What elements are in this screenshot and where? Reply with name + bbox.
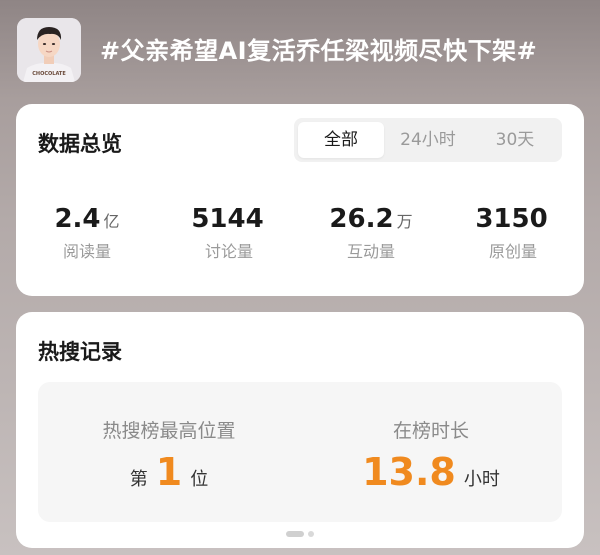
peak-position-label: 热搜榜最高位置	[102, 420, 236, 442]
stat-reads: 2.4 亿 阅读量	[16, 204, 158, 262]
time-on-list-value-row: 13.8 小时	[300, 450, 562, 498]
stat-label: 互动量	[346, 242, 395, 261]
stat-label: 原创量	[488, 242, 537, 261]
page-indicator	[16, 522, 584, 541]
avatar[interactable]: CHOCOLATE	[17, 18, 81, 82]
hot-search-summary[interactable]: 热搜榜最高位置 第 1 位 在榜时长 13.8 小时	[38, 382, 562, 522]
avatar-shirt-text: CHOCOLATE	[32, 71, 66, 77]
stat-interactions: 26.2 万 互动量	[300, 204, 442, 262]
time-on-list-number: 13.8	[362, 450, 456, 494]
peak-position-number: 1	[155, 450, 183, 494]
page-dot-active[interactable]	[286, 531, 304, 537]
stat-value: 2.4 亿	[16, 204, 158, 234]
stat-number: 26.2	[329, 204, 394, 234]
stat-value: 26.2 万	[300, 204, 442, 234]
tab-all[interactable]: 全部	[298, 122, 384, 158]
stat-label: 讨论量	[204, 242, 253, 261]
hot-search-title: 热搜记录	[38, 340, 122, 364]
topic-header: CHOCOLATE #父亲希望AI复活乔任梁视频尽快下架#	[0, 0, 600, 100]
stat-number: 2.4	[54, 204, 101, 234]
stat-originals: 3150 原创量	[442, 204, 584, 262]
time-on-list: 在榜时长 13.8 小时	[300, 382, 562, 522]
time-on-list-unit: 小时	[463, 469, 500, 490]
stat-number: 3150	[475, 204, 548, 234]
tab-30-days[interactable]: 30天	[472, 122, 558, 158]
avatar-image: CHOCOLATE	[17, 18, 81, 82]
peak-position-value-row: 第 1 位	[38, 450, 300, 498]
hot-search-card: 热搜记录 热搜榜最高位置 第 1 位 在榜时长 13.8 小时	[16, 312, 584, 548]
stat-unit: 万	[396, 212, 413, 231]
peak-position: 热搜榜最高位置 第 1 位	[38, 382, 300, 522]
time-on-list-label: 在榜时长	[392, 420, 469, 442]
stat-value: 3150	[442, 204, 584, 234]
stat-value: 5144	[158, 204, 300, 234]
tab-24-hours[interactable]: 24小时	[384, 122, 472, 158]
stat-discussions: 5144 讨论量	[158, 204, 300, 262]
peak-prefix: 第	[129, 469, 148, 490]
topic-title: #父亲希望AI复活乔任梁视频尽快下架#	[100, 37, 538, 65]
page-dot[interactable]	[308, 531, 314, 537]
stat-number: 5144	[191, 204, 264, 234]
data-overview-card: 数据总览 全部 24小时 30天 2.4 亿 阅读量 5144 讨论量 26.2 万…	[16, 104, 584, 296]
stat-unit: 亿	[103, 212, 120, 231]
stat-label: 阅读量	[62, 242, 111, 261]
time-range-tabs: 全部 24小时 30天	[294, 118, 562, 162]
stats-row: 2.4 亿 阅读量 5144 讨论量 26.2 万 互动量 3150 原创量	[16, 204, 584, 268]
peak-suffix: 位	[190, 469, 209, 490]
overview-title: 数据总览	[38, 132, 122, 156]
